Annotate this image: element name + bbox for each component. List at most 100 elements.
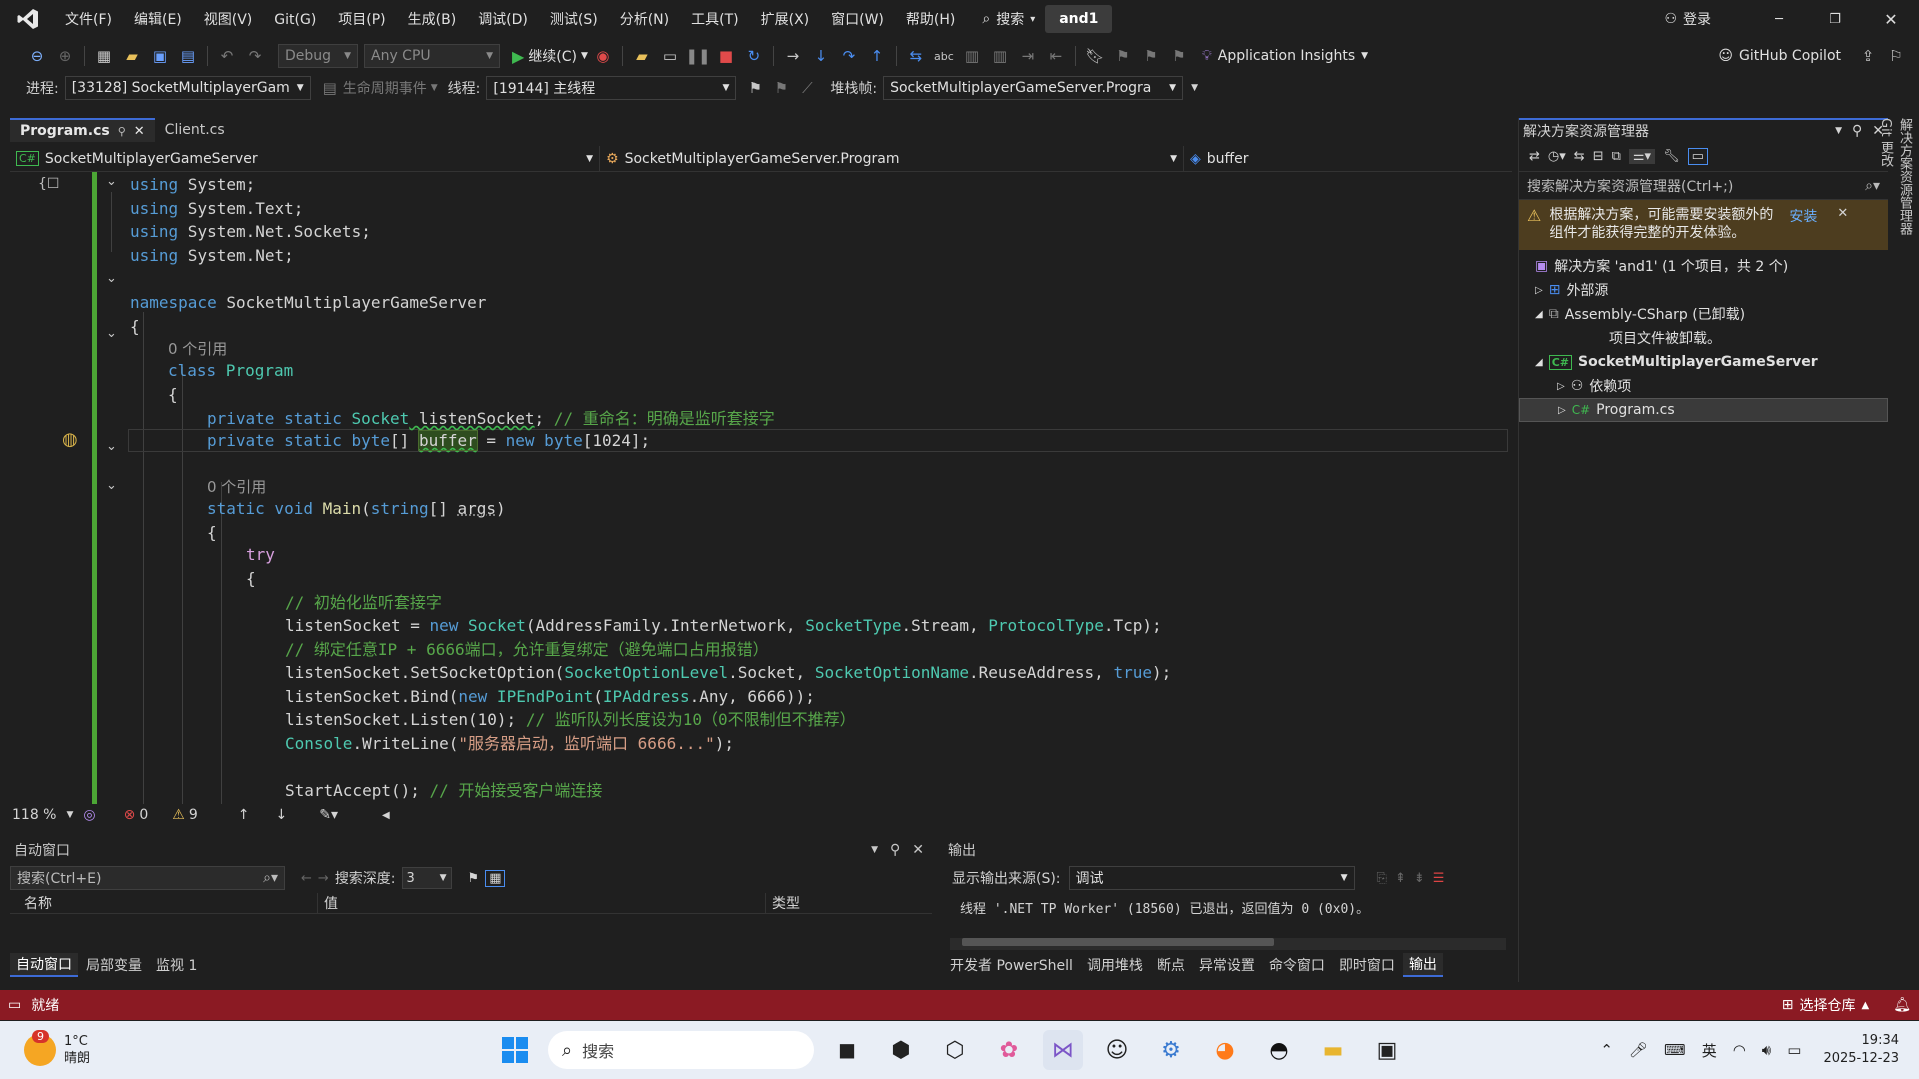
tree-item-solution[interactable]: ▣ 解决方案 'and1' (1 个项目，共 2 个) [1519,254,1888,278]
collapse-all-icon[interactable]: ⊟ [1593,149,1604,164]
qq-penguin-icon[interactable]: ◓ [1259,1030,1299,1070]
restart-icon[interactable]: ↻ [741,43,767,69]
search-button[interactable]: ⌕ 搜索 ▾ [982,9,1035,29]
bookmark-icon[interactable]: 🔖︎ [1082,43,1108,69]
menu-item[interactable]: 分析(N) [609,0,680,38]
fold-toggle-icon[interactable]: ⌄ [106,478,117,493]
find-message-icon[interactable]: ⎘ [1377,871,1387,886]
visual-studio-icon[interactable]: ⋈ [1043,1030,1083,1070]
show-next-statement-icon[interactable]: → [780,43,806,69]
preview-icon[interactable]: ▭ [1687,148,1708,165]
input-language[interactable]: 英 [1702,1040,1717,1061]
microphone-icon[interactable]: 🎤︎ [1629,1041,1648,1059]
lifecycle-icon[interactable]: ▤ [317,75,343,101]
member-dropdown[interactable]: ◈ buffer [1184,146,1512,172]
pin-source-icon[interactable]: ⚑ [468,871,480,886]
close-icon[interactable]: ✕ [134,124,145,139]
chevron-down-icon[interactable]: ▼ [66,810,73,820]
back-icon[interactable]: ⊖ [24,43,50,69]
stop-icon[interactable]: ■ [713,43,739,69]
menu-item[interactable]: 编辑(E) [123,0,193,38]
expand-icon[interactable]: ▷ [1558,405,1566,416]
solution-name-badge[interactable]: and1 [1045,5,1113,33]
filter-icon[interactable]: ⚌▾ [1628,149,1656,164]
menu-item[interactable]: 扩展(X) [750,0,821,38]
bottom-tab[interactable]: 调用堆栈 [1081,954,1149,976]
next-bookmark-icon[interactable]: ⚑ [1138,43,1164,69]
hot-reload-icon[interactable]: ◉ [590,43,616,69]
minimize-button[interactable]: ─ [1751,12,1807,27]
column-header-value[interactable]: 值 [318,892,766,913]
tree-item-external-sources[interactable]: ▷ ⊞ 外部源 [1519,278,1888,302]
column-header-type[interactable]: 类型 [766,893,916,913]
continue-button[interactable]: ▶ 继续(C) ▼ [512,46,588,66]
code-cleanup-icon[interactable]: ✎▾ [319,807,338,823]
output-text[interactable]: 线程 '.NET TP Worker' (18560) 已退出，返回值为 0 (… [944,892,1512,936]
output-status-icon[interactable]: ▭ [8,997,21,1013]
fold-toggle-icon[interactable]: ⌄ [106,174,117,189]
tab-client-cs[interactable]: Client.cs [155,118,235,142]
platform-select[interactable]: Any CPU ▼ [364,44,500,68]
chevron-down-icon[interactable]: ▼ [1835,126,1842,136]
layout-icon[interactable]: ▭ [657,43,683,69]
lightbulb-icon[interactable]: ◍ [62,429,78,450]
solution-search-input[interactable]: 搜索解决方案资源管理器(Ctrl+;) ⌕▾ [1519,172,1888,200]
login-button[interactable]: ⚇ 登录 [1664,9,1711,29]
tree-item-assembly-csharp[interactable]: ◢ ⧉ Assembly-CSharp (已卸载) [1519,302,1888,326]
taskbar-search[interactable]: ⌕ 搜索 [548,1031,814,1069]
lifecycle-events-label[interactable]: 生命周期事件 [343,78,427,98]
menu-item[interactable]: 测试(S) [539,0,609,38]
warning-count[interactable]: ⚠ 9 [172,807,197,823]
copilot-status-icon[interactable]: ◎ [83,807,95,823]
close-window-button[interactable]: ✕ [1863,10,1919,29]
back-icon[interactable]: ← [301,871,312,886]
tree-item-dependencies[interactable]: ▷ ⚇ 依赖项 [1519,374,1888,398]
output-scrollbar[interactable] [950,938,1506,950]
arrow-up-icon[interactable]: ↑ [238,807,250,823]
chevron-down-icon[interactable]: ▼ [1191,83,1198,93]
configuration-select[interactable]: Debug ▼ [278,44,358,68]
zoom-level[interactable]: 118 % [12,807,56,823]
select-repository-button[interactable]: ⊞ 选择仓库 ▲ [1782,995,1869,1015]
stack-frame-select[interactable]: SocketMultiplayerGameServer.Progra ▼ [883,76,1184,100]
menu-item[interactable]: 视图(V) [193,0,264,38]
outdent-icon[interactable]: ⇤ [1043,43,1069,69]
application-insights-button[interactable]: 💡︎ Application Insights ▼ [1202,48,1368,64]
menu-item[interactable]: 帮助(H) [895,0,966,38]
fold-toggle-icon[interactable]: ⌄ [106,326,117,341]
filter-icon[interactable]: ⟋ [794,75,820,101]
fold-toggle-icon[interactable]: ⌄ [106,271,117,286]
battery-icon[interactable]: ▭ [1787,1041,1801,1059]
pin-icon[interactable]: ⚲ [1852,123,1862,139]
unity-icon[interactable]: ⬡ [935,1030,975,1070]
bottom-tab[interactable]: 断点 [1151,954,1191,976]
collapse-icon[interactable]: ◢ [1535,357,1543,368]
sync-icon[interactable]: ⇆ [1574,149,1585,164]
indent-icon[interactable]: ⇥ [1015,43,1041,69]
project-dropdown[interactable]: C# SocketMultiplayerGameServer ▼ [10,145,600,172]
spell-check-icon[interactable]: abc [931,43,957,69]
redo-icon[interactable]: ↷ [242,43,268,69]
prev-bookmark-icon[interactable]: ⚑ [1110,43,1136,69]
forward-icon[interactable]: ⊕ [52,43,78,69]
start-button[interactable] [495,1030,535,1070]
bottom-tab[interactable]: 命令窗口 [1263,954,1331,976]
menu-item[interactable]: 生成(B) [397,0,468,38]
chevron-down-icon[interactable]: ▼ [871,845,878,855]
collapse-icon[interactable]: ◢ [1535,309,1543,320]
hex-display-icon[interactable]: ⇆ [903,43,929,69]
avatar-app-icon[interactable]: ☺ [1097,1030,1137,1070]
search-depth-select[interactable]: 3 ▼ [401,867,452,889]
tree-item-program-cs[interactable]: ▷ C# Program.cs [1519,398,1888,422]
notification-bell-icon[interactable]: 🔔︎ [1893,997,1911,1013]
file-explorer-icon[interactable]: ▬ [1313,1030,1353,1070]
thread-select[interactable]: [19144] 主线程 ▼ [486,76,737,100]
wifi-icon[interactable]: ◠ [1733,1041,1746,1059]
save-icon[interactable]: ▣ [147,43,173,69]
menu-item[interactable]: 文件(F) [54,0,123,38]
vs-logo-icon[interactable] [14,5,42,33]
menu-item[interactable]: Git(G) [263,0,327,38]
forward-icon[interactable]: → [318,871,329,886]
expand-icon[interactable]: ▷ [1557,381,1565,392]
bottom-tab[interactable]: 输出 [1402,953,1443,977]
